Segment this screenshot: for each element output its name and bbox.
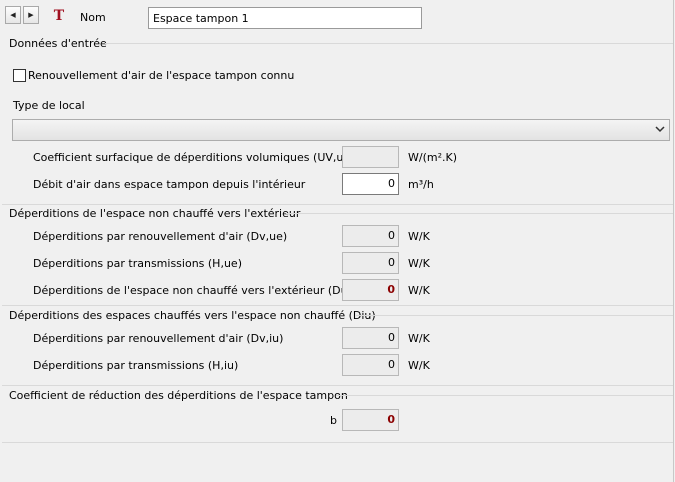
air-renewal-checkbox-label[interactable]: Renouvellement d'air de l'espace tampon … bbox=[28, 69, 294, 82]
h-ue-unit: W/K bbox=[408, 257, 430, 270]
b-label: b bbox=[330, 414, 337, 427]
text-type-icon: T bbox=[53, 8, 65, 24]
previous-button[interactable]: ◀ bbox=[5, 6, 21, 24]
heated-section-title: Déperditions des espaces chauffés vers l… bbox=[9, 309, 376, 322]
arrow-left-icon: ◀ bbox=[10, 11, 16, 19]
h-ue-label: Déperditions par transmissions (H,ue) bbox=[33, 257, 242, 270]
airflow-label: Débit d'air dans espace tampon depuis l'… bbox=[33, 178, 306, 191]
next-button[interactable]: ▶ bbox=[23, 6, 39, 24]
h-ue-field: 0 bbox=[342, 252, 399, 274]
window-border bbox=[673, 0, 674, 482]
section-divider bbox=[2, 305, 673, 306]
section-divider bbox=[336, 395, 673, 396]
local-type-label: Type de local bbox=[13, 99, 85, 112]
section-divider bbox=[356, 315, 673, 316]
arrow-right-icon: ▶ bbox=[28, 11, 34, 19]
dv-ue-label: Déperditions par renouvellement d'air (D… bbox=[33, 230, 288, 243]
input-section-title: Données d'entrée bbox=[9, 37, 107, 50]
name-label: Nom bbox=[80, 11, 106, 24]
coef-uv-unit: W/(m².K) bbox=[408, 151, 458, 164]
reduction-section-title: Coefficient de réduction des déperdition… bbox=[9, 389, 348, 402]
airflow-input[interactable]: 0 bbox=[342, 173, 399, 195]
name-input[interactable] bbox=[148, 7, 422, 29]
dv-iu-unit: W/K bbox=[408, 332, 430, 345]
coef-uv-field bbox=[342, 146, 399, 168]
h-iu-unit: W/K bbox=[408, 359, 430, 372]
dv-ue-field: 0 bbox=[342, 225, 399, 247]
airflow-unit: m³/h bbox=[408, 178, 434, 191]
local-type-select[interactable] bbox=[12, 119, 670, 141]
air-renewal-checkbox[interactable] bbox=[13, 69, 26, 82]
due-field: 0 bbox=[342, 279, 399, 301]
unheated-section-title: Déperditions de l'espace non chauffé ver… bbox=[9, 207, 301, 220]
section-divider bbox=[105, 43, 673, 44]
coef-uv-label: Coefficient surfacique de déperditions v… bbox=[33, 151, 355, 164]
section-divider bbox=[2, 204, 673, 205]
section-divider bbox=[286, 213, 673, 214]
due-unit: W/K bbox=[408, 284, 430, 297]
b-field: 0 bbox=[342, 409, 399, 431]
dv-iu-field: 0 bbox=[342, 327, 399, 349]
section-divider bbox=[2, 442, 673, 443]
h-iu-field: 0 bbox=[342, 354, 399, 376]
section-divider bbox=[2, 385, 673, 386]
h-iu-label: Déperditions par transmissions (H,iu) bbox=[33, 359, 239, 372]
chevron-down-icon bbox=[655, 126, 665, 133]
due-label: Déperditions de l'espace non chauffé ver… bbox=[33, 284, 359, 297]
dv-ue-unit: W/K bbox=[408, 230, 430, 243]
dv-iu-label: Déperditions par renouvellement d'air (D… bbox=[33, 332, 284, 345]
